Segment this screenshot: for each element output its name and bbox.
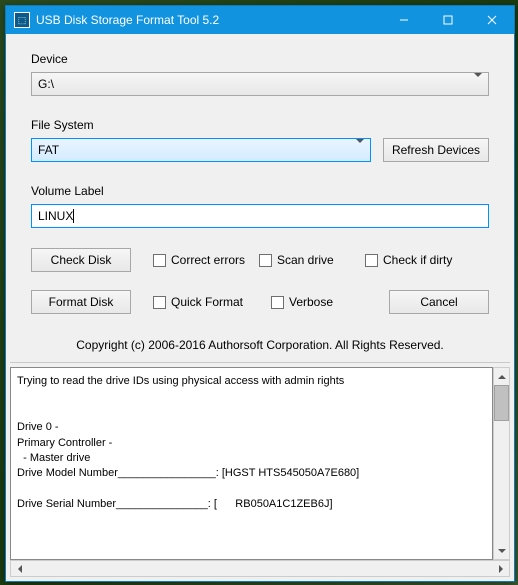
minimize-icon	[399, 15, 409, 25]
filesystem-label: File System	[31, 118, 489, 132]
scroll-track[interactable]	[494, 421, 509, 542]
volume-label-input[interactable]: LINUX	[31, 204, 489, 228]
close-icon	[487, 15, 497, 25]
device-select[interactable]: G:\	[31, 72, 489, 96]
scan-drive-option[interactable]: Scan drive	[259, 253, 365, 267]
arrow-down-icon	[498, 549, 506, 553]
checkbox-icon	[365, 254, 378, 267]
window-title: USB Disk Storage Format Tool 5.2	[36, 13, 382, 27]
check-dirty-label: Check if dirty	[383, 253, 452, 267]
check-dirty-option[interactable]: Check if dirty	[365, 253, 473, 267]
volume-label-label: Volume Label	[31, 184, 489, 198]
verbose-option[interactable]: Verbose	[271, 295, 361, 309]
scroll-thumb[interactable]	[494, 385, 509, 421]
app-icon: ⬚	[14, 12, 30, 28]
scan-drive-label: Scan drive	[277, 253, 334, 267]
refresh-devices-button[interactable]: Refresh Devices	[383, 138, 489, 162]
chevron-down-icon	[356, 143, 364, 157]
check-disk-button[interactable]: Check Disk	[31, 248, 131, 272]
scroll-right-button[interactable]	[492, 561, 509, 576]
quick-format-option[interactable]: Quick Format	[153, 295, 271, 309]
correct-errors-label: Correct errors	[171, 253, 245, 267]
arrow-left-icon	[18, 565, 22, 573]
log-textarea[interactable]: Trying to read the drive IDs using physi…	[10, 367, 493, 560]
copyright-text: Copyright (c) 2006-2016 Authorsoft Corpo…	[31, 338, 489, 352]
client-area: Device G:\ File System FAT Refresh Devic…	[6, 34, 514, 581]
close-button[interactable]	[470, 6, 514, 34]
quick-format-label: Quick Format	[171, 295, 243, 309]
minimize-button[interactable]	[382, 6, 426, 34]
arrow-up-icon	[498, 375, 506, 379]
vertical-scrollbar[interactable]	[493, 367, 510, 560]
log-area: Trying to read the drive IDs using physi…	[10, 362, 510, 560]
correct-errors-option[interactable]: Correct errors	[153, 253, 259, 267]
scroll-track[interactable]	[28, 561, 492, 576]
filesystem-value: FAT	[38, 143, 59, 157]
text-caret	[73, 209, 74, 223]
device-value: G:\	[38, 77, 54, 91]
device-label: Device	[31, 52, 489, 66]
cancel-button[interactable]: Cancel	[389, 290, 489, 314]
maximize-button[interactable]	[426, 6, 470, 34]
titlebar[interactable]: ⬚ USB Disk Storage Format Tool 5.2	[6, 6, 514, 34]
scroll-left-button[interactable]	[11, 561, 28, 576]
arrow-right-icon	[499, 565, 503, 573]
scroll-down-button[interactable]	[494, 542, 509, 559]
filesystem-select[interactable]: FAT	[31, 138, 371, 162]
format-disk-button[interactable]: Format Disk	[31, 290, 131, 314]
checkbox-icon	[153, 296, 166, 309]
horizontal-scrollbar[interactable]	[10, 560, 510, 577]
app-window: ⬚ USB Disk Storage Format Tool 5.2 Devic…	[5, 5, 515, 582]
maximize-icon	[443, 15, 453, 25]
chevron-down-icon	[474, 77, 482, 91]
checkbox-icon	[259, 254, 272, 267]
scroll-up-button[interactable]	[494, 368, 509, 385]
checkbox-icon	[153, 254, 166, 267]
volume-label-value: LINUX	[38, 209, 73, 223]
verbose-label: Verbose	[289, 295, 333, 309]
checkbox-icon	[271, 296, 284, 309]
